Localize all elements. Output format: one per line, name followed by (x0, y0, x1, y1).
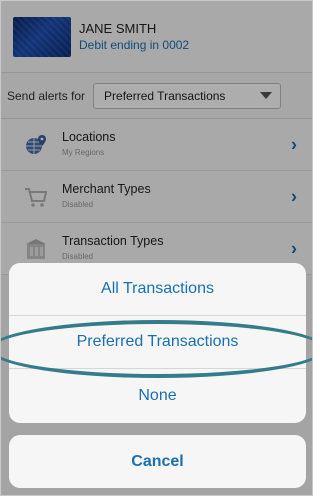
option-preferred-transactions[interactable]: Preferred Transactions (9, 316, 306, 369)
option-all-transactions[interactable]: All Transactions (9, 263, 306, 316)
action-sheet: All Transactions Preferred Transactions … (9, 263, 306, 423)
cancel-button[interactable]: Cancel (9, 435, 306, 488)
phone-screen: JANE SMITH Debit ending in 0002 Send ale… (0, 0, 313, 496)
option-none[interactable]: None (9, 369, 306, 422)
